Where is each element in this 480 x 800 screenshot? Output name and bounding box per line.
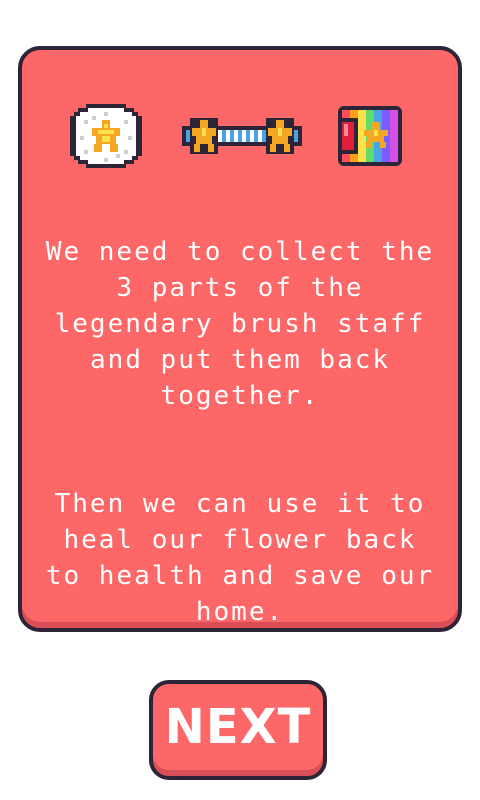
rainbow-jewel-icon — [334, 100, 406, 172]
story-paragraph-2: Then we can use it to heal our flower ba… — [45, 489, 435, 627]
story-dialog-panel: We need to collect the 3 parts of the le… — [18, 46, 462, 632]
staff-parts-row — [22, 100, 458, 172]
daisy-flower-icon — [66, 100, 146, 172]
story-text: We need to collect the 3 parts of the le… — [36, 198, 444, 702]
staff-rod-icon — [182, 114, 302, 158]
next-button[interactable]: NEXT — [149, 680, 327, 780]
story-paragraph-1: We need to collect the 3 parts of the le… — [45, 237, 435, 411]
